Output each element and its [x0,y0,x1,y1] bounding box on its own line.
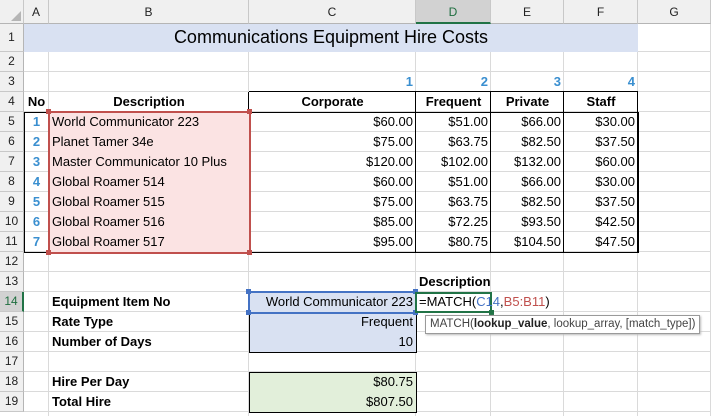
column-header-f[interactable]: F [564,0,638,24]
rate-index-3[interactable]: 3 [491,72,564,92]
row-header-6[interactable]: 6 [0,132,24,152]
header-private[interactable]: Private [491,92,564,112]
formula-edit-cell[interactable]: =MATCH(C14,B5:B11) [415,292,550,313]
header-corporate[interactable]: Corporate [249,92,416,112]
range-highlight-b5-b11 [48,111,251,254]
row-header-14[interactable]: 14 [0,292,24,312]
row-header-10[interactable]: 10 [0,212,24,232]
select-all-corner[interactable] [0,0,24,24]
row-header-5[interactable]: 5 [0,112,24,132]
ref-handle-tl[interactable] [246,289,251,294]
column-header-c[interactable]: C [249,0,416,24]
rate-index-4[interactable]: 4 [564,72,638,92]
number-of-days-label[interactable]: Number of Days [49,332,249,352]
output-block-border [249,372,417,413]
row-header-17[interactable]: 17 [0,352,24,372]
row-header-9[interactable]: 9 [0,192,24,212]
rate-index-2[interactable]: 2 [416,72,491,92]
row-header-12[interactable]: 12 [0,252,24,272]
header-description[interactable]: Description [49,92,249,112]
row-header-15[interactable]: 15 [0,312,24,332]
row-header-13[interactable]: 13 [0,272,24,292]
row-header-19[interactable]: 19 [0,392,24,412]
formula-ref-c14: C14 [476,294,501,309]
formula-ref-b5-b11: B5:B11 [503,294,546,309]
row-header-2[interactable]: 2 [0,52,24,72]
column-header-d[interactable]: D [416,0,491,24]
hire-per-day-label[interactable]: Hire Per Day [49,372,249,392]
lookup-description-label[interactable]: Description [416,272,491,292]
rate-index-1[interactable]: 1 [249,72,416,92]
header-staff[interactable]: Staff [564,92,638,112]
formula-suffix: ) [545,294,550,309]
reference-highlight-c14 [248,291,418,314]
ref-handle-bl[interactable] [246,310,251,315]
column-header-a[interactable]: A [24,0,49,24]
function-tooltip[interactable]: MATCH(lookup_value, lookup_array, [match… [425,315,701,334]
formula-prefix: =MATCH( [419,294,477,309]
row-header-3[interactable]: 3 [0,72,24,92]
tooltip-function-name: MATCH( [430,318,474,330]
header-frequent[interactable]: Frequent [416,92,491,112]
total-hire-label[interactable]: Total Hire [49,392,249,412]
row-header-18[interactable]: 18 [0,372,24,392]
column-header-b[interactable]: B [49,0,249,24]
sheet-title[interactable]: Communications Equipment Hire Costs [24,24,638,52]
row-header-16[interactable]: 16 [0,332,24,352]
row-header-7[interactable]: 7 [0,152,24,172]
row-header-11[interactable]: 11 [0,232,24,252]
range-handle-tl[interactable] [46,109,51,114]
rate-type-label[interactable]: Rate Type [49,312,249,332]
column-header-e[interactable]: E [491,0,564,24]
equipment-item-label[interactable]: Equipment Item No [49,292,249,312]
row-header-8[interactable]: 8 [0,172,24,192]
column-header-g[interactable]: G [638,0,711,24]
row-header-1[interactable]: 1 [0,24,24,52]
spreadsheet-grid[interactable]: A B C D E F G 1 2 3 4 5 6 7 8 9 10 11 12 13 14 15 16 17 1… [0,0,711,416]
range-handle-tr[interactable] [247,109,252,114]
tooltip-remaining-args: , lookup_array, [match_type]) [547,318,696,330]
range-handle-bl[interactable] [46,250,51,255]
tooltip-arg-lookup-value: lookup_value [473,318,548,330]
row-header-4[interactable]: 4 [0,92,24,112]
range-handle-br[interactable] [247,250,252,255]
